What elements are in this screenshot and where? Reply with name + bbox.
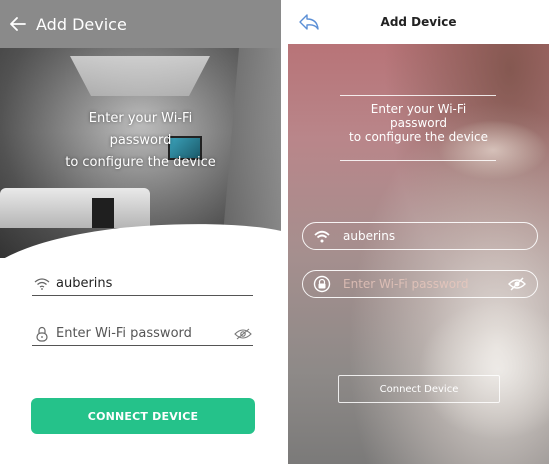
password-field[interactable] <box>32 322 253 346</box>
ssid-value: auberins <box>56 276 113 291</box>
hero-instructions: Enter your Wi-Fi password to configure t… <box>288 102 549 144</box>
right-screen: Add Device Enter your Wi-Fi password to … <box>288 0 549 464</box>
hero-line-1: Enter your Wi-Fi <box>370 102 467 116</box>
right-header: Add Device <box>288 0 549 44</box>
divider-top <box>340 95 496 96</box>
hero-plant <box>92 198 114 228</box>
left-screen: Add Device Enter your Wi-Fi password to … <box>0 0 281 464</box>
hero-sofa <box>0 188 150 228</box>
lock-icon <box>32 324 52 344</box>
back-arrow-icon[interactable] <box>294 8 324 36</box>
wifi-icon <box>313 227 331 245</box>
hero-line-3: to configure the device <box>65 155 216 170</box>
connect-device-button[interactable]: Connect Device <box>338 375 500 403</box>
eye-slash-icon[interactable] <box>507 275 527 293</box>
ssid-field[interactable]: auberins <box>302 222 538 250</box>
eye-slash-icon[interactable] <box>233 324 253 344</box>
arrow-left-icon[interactable] <box>0 0 36 48</box>
ssid-value: auberins <box>343 229 396 243</box>
ssid-field[interactable]: auberins <box>32 272 253 296</box>
hero-line-1: Enter your Wi-Fi <box>88 111 193 126</box>
left-header: Add Device <box>0 0 281 48</box>
page-title: Add Device <box>36 14 127 34</box>
password-field[interactable] <box>302 270 538 298</box>
password-input[interactable] <box>343 277 507 291</box>
hero-line-3: to configure the device <box>349 130 488 144</box>
lock-circle-icon <box>313 275 331 293</box>
background-saucer <box>418 300 549 440</box>
hero-ceiling <box>70 56 210 96</box>
wifi-icon <box>32 274 52 294</box>
hero-instructions: Enter your Wi-Fi password to configure t… <box>0 108 281 174</box>
password-input[interactable] <box>56 326 233 341</box>
page-title: Add Device <box>380 15 457 29</box>
divider-bottom <box>340 160 496 161</box>
hero-line-2: password <box>390 116 447 130</box>
hero-line-2: password <box>109 133 172 148</box>
connect-device-button[interactable]: CONNECT DEVICE <box>31 398 255 434</box>
